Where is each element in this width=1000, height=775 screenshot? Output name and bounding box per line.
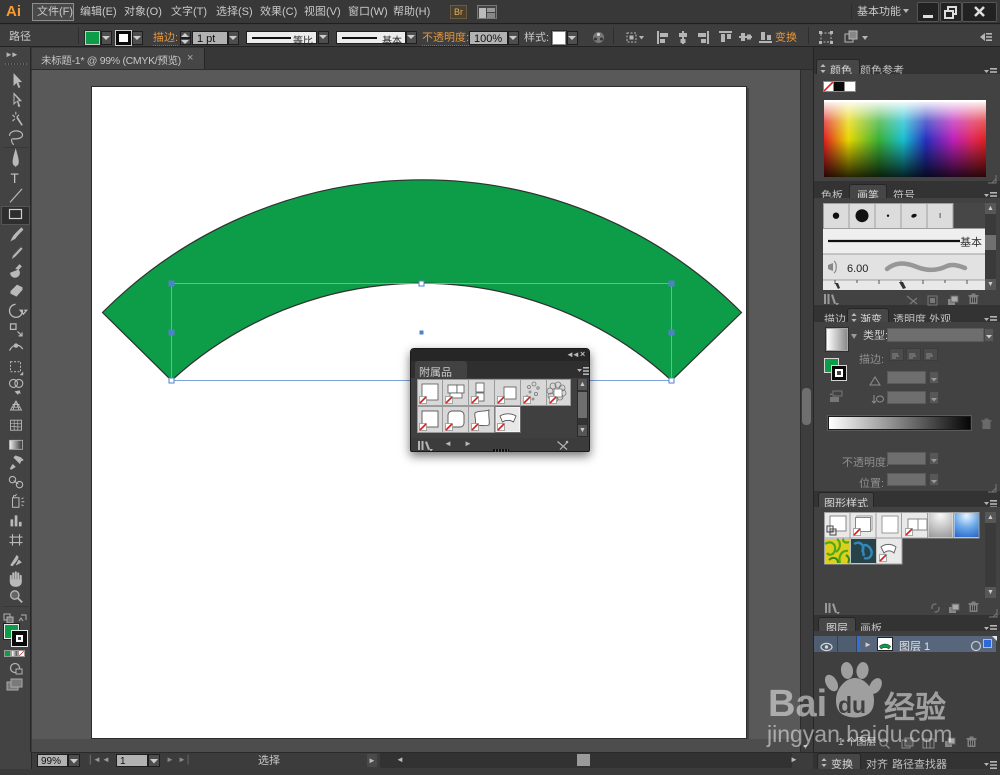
svg-text:6.00: 6.00 bbox=[847, 263, 868, 275]
svg-text:T: T bbox=[11, 171, 19, 186]
svg-text:基本: 基本 bbox=[960, 236, 982, 249]
